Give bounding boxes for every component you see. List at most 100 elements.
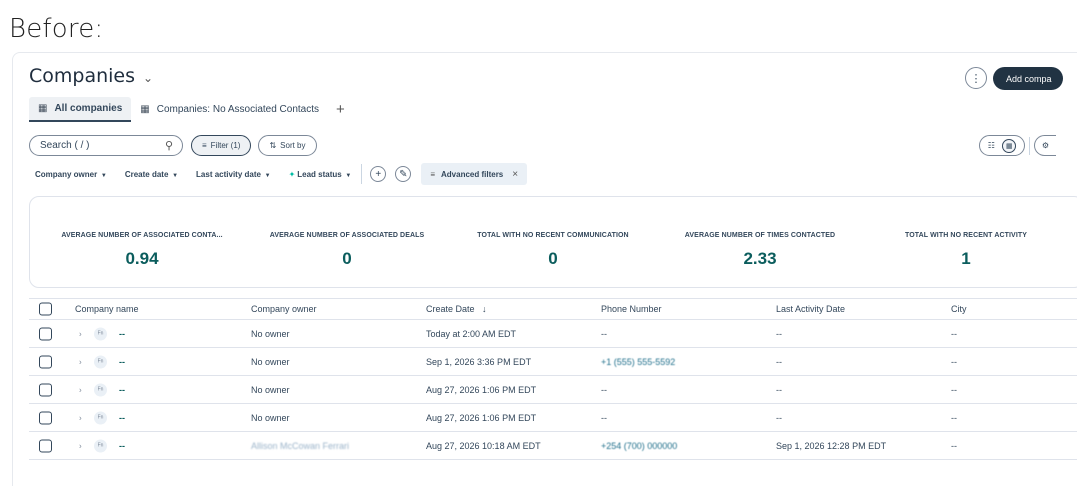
chevron-right-icon[interactable]: › bbox=[79, 385, 82, 394]
table-row[interactable]: › Fn -- No owner Aug 27, 2026 1:06 PM ED… bbox=[29, 404, 1077, 432]
stat-value: 0 bbox=[548, 249, 558, 268]
company-name-link[interactable]: -- bbox=[119, 357, 125, 367]
city: -- bbox=[951, 412, 957, 423]
search-icon: ⚲ bbox=[164, 140, 173, 152]
search-placeholder: Search ( / ) bbox=[40, 140, 90, 151]
board-view-icon[interactable]: ☷ bbox=[988, 141, 995, 150]
filter-label: Create date bbox=[124, 169, 169, 179]
company-owner: No owner bbox=[251, 356, 290, 367]
filter-button[interactable]: ≡ Filter (1) bbox=[191, 135, 252, 156]
phone-number[interactable]: +254 (700) 000000 bbox=[601, 441, 677, 451]
filter-label: Lead status bbox=[297, 169, 342, 179]
create-date: Aug 27, 2026 10:18 AM EDT bbox=[426, 440, 541, 451]
create-date: Today at 2:00 AM EDT bbox=[426, 328, 517, 339]
company-owner: No owner bbox=[251, 384, 290, 395]
last-activity-date: -- bbox=[776, 384, 782, 395]
company-name-link[interactable]: -- bbox=[119, 441, 125, 451]
company-name-link[interactable]: -- bbox=[119, 385, 125, 395]
column-header-create-date[interactable]: Create Date ↓ bbox=[426, 304, 487, 314]
sort-icon: ⇅ bbox=[269, 141, 277, 150]
search-input[interactable]: Search ( / ) ⚲ bbox=[29, 135, 183, 156]
table-icon: ▦ bbox=[140, 104, 150, 115]
divider bbox=[361, 164, 363, 184]
caret-down-icon: ▼ bbox=[262, 172, 271, 179]
stat-value: 2.33 bbox=[743, 249, 777, 268]
filter-last-activity-date[interactable]: Last activity date ▼ bbox=[196, 170, 271, 179]
chevron-right-icon[interactable]: › bbox=[79, 357, 82, 366]
caret-down-icon: ▼ bbox=[99, 172, 107, 179]
stat-label: TOTAL WITH NO RECENT COMMUNICATION bbox=[477, 232, 629, 239]
caret-down-icon: ▼ bbox=[170, 172, 179, 179]
close-icon[interactable]: × bbox=[512, 169, 518, 180]
tab-no-associated-contacts[interactable]: ▦ Companies: No Associated Contacts bbox=[131, 97, 328, 122]
advanced-filters-button[interactable]: ≡ Advanced filters × bbox=[421, 163, 528, 185]
company-avatar: Fn bbox=[94, 327, 107, 340]
table-row[interactable]: › Fn -- No owner Aug 27, 2026 1:06 PM ED… bbox=[29, 376, 1077, 404]
add-view-icon[interactable]: + bbox=[336, 101, 345, 118]
page-title[interactable]: Companies bbox=[29, 65, 135, 87]
phone-number[interactable]: +1 (555) 555-5592 bbox=[601, 357, 675, 367]
city: -- bbox=[951, 356, 957, 367]
filter-lead-status[interactable]: ✦ Lead status ▼ bbox=[289, 170, 352, 179]
table-row[interactable]: › Fn -- Allison McCowan Ferrari Aug 27, … bbox=[29, 432, 1077, 460]
row-checkbox[interactable] bbox=[39, 355, 52, 368]
city: -- bbox=[951, 440, 957, 451]
company-owner: Allison McCowan Ferrari bbox=[251, 440, 350, 451]
tab-label: All companies bbox=[54, 103, 123, 114]
column-header-last-activity-date[interactable]: Last Activity Date bbox=[776, 304, 845, 314]
chevron-right-icon[interactable]: › bbox=[79, 441, 82, 450]
row-checkbox[interactable] bbox=[39, 439, 52, 452]
view-tabs: ▦ All companies ▦ Companies: No Associat… bbox=[29, 97, 345, 122]
stat-item: TOTAL WITH NO RECENT ACTIVITY 1 bbox=[890, 232, 1042, 269]
company-owner: No owner bbox=[251, 328, 290, 339]
add-companies-button[interactable]: Add compa bbox=[993, 67, 1063, 90]
column-header-company-name[interactable]: Company name bbox=[75, 304, 139, 314]
stat-item: AVERAGE NUMBER OF TIMES CONTACTED 2.33 bbox=[670, 232, 850, 269]
more-options-button[interactable]: ⋮ bbox=[965, 67, 987, 89]
row-checkbox[interactable] bbox=[39, 327, 52, 340]
sort-arrow-icon: ↓ bbox=[482, 304, 487, 314]
table-row[interactable]: › Fn -- No owner Today at 2:00 AM EDT --… bbox=[29, 320, 1077, 348]
column-label: Create Date bbox=[426, 304, 475, 314]
filter-label: Last activity date bbox=[196, 169, 261, 179]
city: -- bbox=[951, 384, 957, 395]
sort-label: Sort by bbox=[280, 141, 306, 150]
stat-label: AVERAGE NUMBER OF ASSOCIATED DEALS bbox=[269, 232, 425, 239]
table-row[interactable]: › Fn -- No owner Sep 1, 2026 3:36 PM EDT… bbox=[29, 348, 1077, 376]
tab-all-companies[interactable]: ▦ All companies bbox=[29, 97, 132, 122]
stat-label: TOTAL WITH NO RECENT ACTIVITY bbox=[904, 232, 1028, 239]
company-name-link[interactable]: -- bbox=[119, 413, 125, 423]
filter-company-owner[interactable]: Company owner ▼ bbox=[35, 170, 107, 179]
row-checkbox[interactable] bbox=[39, 411, 52, 424]
last-activity-date: Sep 1, 2026 12:28 PM EDT bbox=[776, 440, 887, 451]
column-header-phone-number[interactable]: Phone Number bbox=[601, 304, 662, 314]
table-view-icon[interactable]: ▦ bbox=[1002, 138, 1017, 153]
add-filter-icon[interactable]: + bbox=[370, 166, 387, 182]
company-avatar: Fn bbox=[94, 439, 107, 452]
chevron-down-icon[interactable]: ⌄ bbox=[143, 71, 153, 85]
last-activity-date: -- bbox=[776, 356, 782, 367]
before-label: Before: bbox=[9, 14, 104, 44]
filter-icon: ≡ bbox=[430, 169, 436, 179]
view-toggle-group: ☷ ▦ ⚙ bbox=[979, 135, 1056, 156]
chevron-right-icon[interactable]: › bbox=[79, 413, 82, 422]
row-checkbox[interactable] bbox=[39, 383, 52, 396]
advanced-filters-label: Advanced filters bbox=[441, 169, 504, 179]
last-activity-date: -- bbox=[776, 412, 782, 423]
settings-icon[interactable]: ⚙ bbox=[1034, 135, 1056, 156]
select-all-checkbox[interactable] bbox=[39, 302, 52, 316]
column-header-company-owner[interactable]: Company owner bbox=[251, 304, 317, 314]
column-header-city[interactable]: City bbox=[951, 304, 967, 314]
table-icon: ▦ bbox=[38, 103, 48, 114]
stat-value: 1 bbox=[961, 249, 971, 268]
filter-create-date[interactable]: Create date ▼ bbox=[125, 170, 178, 179]
chevron-right-icon[interactable]: › bbox=[79, 329, 82, 338]
stat-label: AVERAGE NUMBER OF TIMES CONTACTED bbox=[684, 232, 836, 239]
sort-button[interactable]: ⇅ Sort by bbox=[258, 135, 317, 156]
caret-down-icon: ▼ bbox=[343, 172, 352, 179]
stat-item: TOTAL WITH NO RECENT COMMUNICATION 0 bbox=[460, 232, 646, 269]
company-name-link[interactable]: -- bbox=[119, 329, 125, 339]
edit-icon[interactable]: ✎ bbox=[395, 166, 412, 182]
stat-item: AVERAGE NUMBER OF ASSOCIATED DEALS 0 bbox=[256, 232, 438, 269]
stat-value: 0.94 bbox=[125, 249, 159, 268]
